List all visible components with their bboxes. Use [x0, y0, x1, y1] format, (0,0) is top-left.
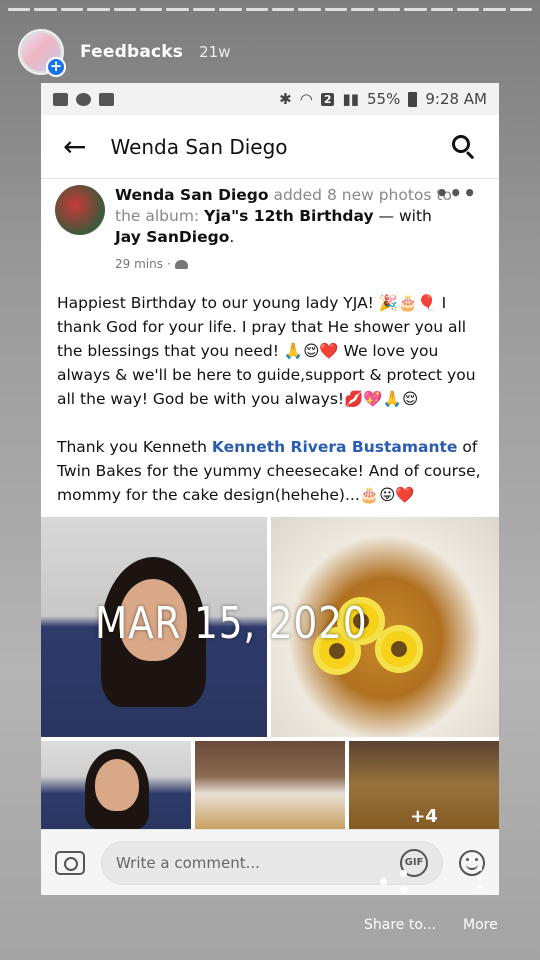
- author-name[interactable]: Wenda San Diego: [115, 186, 269, 204]
- progress-segment: [377, 8, 401, 11]
- camera-icon[interactable]: [55, 850, 85, 875]
- progress-segment: [60, 8, 84, 11]
- battery-percent: 55%: [367, 90, 401, 108]
- progress-segment: [166, 8, 189, 11]
- progress-segment: [324, 8, 348, 11]
- signal-icon: ▮▮: [342, 90, 359, 108]
- post-timestamp-row: 29 mins ·: [115, 254, 455, 275]
- wifi-icon: ◠: [299, 90, 313, 108]
- progress-segment: [404, 8, 427, 11]
- screenshot-card: ✱ ◠ 2 ▮▮ 55% 9:28 AM ← Wenda San Diego W…: [41, 83, 499, 895]
- spotify-icon: [76, 92, 91, 106]
- post-paragraph-1: Happiest Birthday to our young lady YJA!…: [57, 294, 476, 408]
- progress-segment: [483, 8, 506, 11]
- post-body: Happiest Birthday to our young lady YJA!…: [41, 275, 499, 507]
- app-icon: [99, 92, 114, 106]
- more-button[interactable]: More: [463, 917, 498, 933]
- fb-header: ← Wenda San Diego: [41, 115, 499, 179]
- progress-segment: [219, 8, 242, 11]
- more-options-icon[interactable]: •••: [436, 181, 477, 205]
- search-icon[interactable]: [451, 134, 477, 160]
- mention-link[interactable]: Kenneth Rivera Bustamante: [212, 438, 458, 456]
- progress-segment: [509, 8, 533, 11]
- story-footer: Share to... More: [0, 915, 540, 939]
- bluetooth-icon: ✱: [279, 90, 292, 108]
- date-stamp: MAR 15, 2020: [95, 598, 368, 649]
- friends-privacy-icon: [174, 260, 188, 269]
- author-avatar[interactable]: [55, 185, 105, 235]
- progress-segment: [8, 8, 31, 11]
- story-title[interactable]: Feedbacks: [80, 42, 183, 62]
- sim-badge: 2: [320, 92, 335, 106]
- status-time: 9:28 AM: [425, 90, 487, 108]
- status-bar: ✱ ◠ 2 ▮▮ 55% 9:28 AM: [41, 83, 499, 115]
- back-arrow-icon[interactable]: ←: [63, 132, 86, 161]
- photo-cake-topper[interactable]: [195, 741, 345, 829]
- story-avatar[interactable]: +: [18, 29, 66, 77]
- tagged-user[interactable]: Jay SanDiego: [115, 228, 229, 246]
- progress-segment: [245, 8, 269, 11]
- progress-segment: [87, 8, 110, 11]
- progress-segment: [192, 8, 216, 11]
- post-paragraph-2: Thank you Kenneth Kenneth Rivera Bustama…: [57, 438, 481, 504]
- progress-segment: [456, 8, 480, 11]
- battery-icon: [408, 91, 418, 107]
- add-story-icon[interactable]: +: [46, 57, 66, 77]
- progress-segment: [113, 8, 137, 11]
- story-header: + Feedbacks 21w: [18, 28, 231, 77]
- kebab-menu-icon[interactable]: [478, 867, 482, 891]
- with-text: — with: [373, 207, 432, 225]
- photo-more[interactable]: +4: [349, 741, 499, 829]
- post-meta: Wenda San Diego added 8 new photos to th…: [115, 185, 485, 275]
- progress-segment: [351, 8, 374, 11]
- progress-segment: [272, 8, 295, 11]
- progress-segment: [430, 8, 453, 11]
- more-photos-count[interactable]: +4: [349, 741, 499, 829]
- progress-segment: [140, 8, 163, 11]
- comment-bar: Write a comment... GIF: [41, 829, 499, 895]
- story-time: 21w: [199, 43, 231, 61]
- progress-segment: [298, 8, 321, 11]
- story-progress-bar: [8, 8, 533, 11]
- album-name[interactable]: Yja"s 12th Birthday: [204, 207, 374, 225]
- share-icon[interactable]: [380, 870, 410, 894]
- gallery-icon: [53, 92, 68, 106]
- page-title: Wenda San Diego: [110, 134, 288, 159]
- comment-placeholder: Write a comment...: [116, 853, 260, 872]
- progress-segment: [34, 8, 57, 11]
- post-header: Wenda San Diego added 8 new photos to th…: [41, 179, 499, 275]
- photo-grid: +4: [41, 517, 499, 829]
- photo-girl-small[interactable]: [41, 741, 191, 829]
- post-time[interactable]: 29 mins: [115, 254, 163, 275]
- share-to-button[interactable]: Share to...: [364, 917, 436, 933]
